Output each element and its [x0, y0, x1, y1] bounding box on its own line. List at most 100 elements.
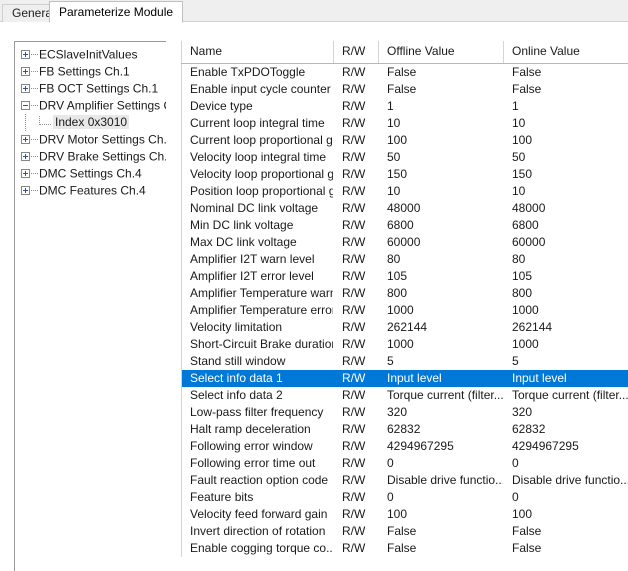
cell-offline: 60000 — [387, 234, 421, 249]
table-row[interactable]: Stand still window R/W 5 5 — [181, 352, 628, 370]
table-row[interactable]: Position loop proportional g... R/W 10 10 — [181, 182, 628, 200]
expand-plus-icon[interactable] — [21, 169, 30, 179]
table-row[interactable]: Enable cogging torque co... R/W False False — [181, 539, 628, 557]
tree-node[interactable]: DMC Features Ch.4 — [15, 182, 166, 199]
tree-node[interactable]: ECSlaveInitValues — [15, 46, 166, 63]
table-row[interactable]: Velocity feed forward gain R/W 100 100 — [181, 505, 628, 523]
cell-rw: R/W — [342, 489, 366, 504]
table-row[interactable]: Device type R/W 1 1 — [181, 97, 628, 115]
cell-name: Invert direction of rotation — [181, 522, 334, 540]
expand-plus-icon[interactable] — [21, 152, 30, 162]
cell-rw: R/W — [342, 268, 366, 283]
cell-name: Amplifier Temperature warn... — [181, 284, 334, 302]
table-row[interactable]: Current loop integral time R/W 10 10 — [181, 114, 628, 132]
cell-name: Select info data 1 — [181, 369, 334, 387]
parameter-grid-panel[interactable]: Name R/W Offline Value Online Value Enab… — [181, 41, 628, 571]
cell-rw: R/W — [342, 81, 366, 96]
cell-online: 48000 — [512, 200, 546, 215]
cell-online: False — [512, 64, 542, 79]
table-row[interactable]: Short-Circuit Brake duration... R/W 1000 10… — [181, 335, 628, 353]
cell-rw: R/W — [342, 166, 366, 181]
cell-online: 1000 — [512, 302, 539, 317]
tree-node-label: DMC Features Ch.4 — [39, 183, 146, 198]
expand-plus-icon[interactable] — [21, 135, 30, 145]
tree-node[interactable]: FB Settings Ch.1 — [15, 63, 166, 80]
tree-node[interactable]: DMC Settings Ch.4 — [15, 165, 166, 182]
table-row[interactable]: Halt ramp deceleration R/W 62832 62832 — [181, 420, 628, 438]
collapse-minus-icon[interactable] — [21, 101, 30, 111]
expand-plus-icon[interactable] — [21, 67, 30, 77]
table-row[interactable]: Select info data 2 R/W Torque current (fil… — [181, 386, 628, 404]
tree-node-label: DMC Settings Ch.4 — [39, 166, 142, 181]
cell-rw: R/W — [342, 523, 366, 538]
cell-offline: 6800 — [387, 217, 414, 232]
table-row[interactable]: Enable TxPDOToggle R/W False False — [181, 63, 628, 81]
cell-name: Velocity loop proportional g... — [181, 165, 334, 183]
table-row[interactable]: Max DC link voltage R/W 60000 60000 — [181, 233, 628, 251]
table-row[interactable]: Nominal DC link voltage R/W 48000 48000 — [181, 199, 628, 217]
table-row[interactable]: Fault reaction option code R/W Disable dri… — [181, 471, 628, 489]
cell-offline: False — [387, 81, 417, 96]
grid-header-row: Name R/W Offline Value Online Value — [181, 41, 628, 64]
tree-node[interactable]: DRV Amplifier Settings Ch.2 — [15, 97, 166, 114]
expand-plus-icon[interactable] — [21, 50, 30, 60]
table-row[interactable]: Following error window R/W 4294967295 42949… — [181, 437, 628, 455]
tree-connector-icon — [31, 87, 38, 90]
table-row[interactable]: Velocity loop integral time R/W 50 50 — [181, 148, 628, 166]
table-row[interactable]: Select info data 1 R/W Input level Input le… — [181, 369, 628, 387]
cell-name: Amplifier I2T warn level — [181, 250, 334, 268]
tree-connector-icon — [31, 172, 38, 175]
cell-rw: R/W — [342, 421, 366, 436]
cell-offline: 62832 — [387, 421, 421, 436]
cell-rw: R/W — [342, 319, 366, 334]
cell-offline: 1 — [387, 98, 394, 113]
cell-offline: 10 — [387, 183, 401, 198]
cell-rw: R/W — [342, 132, 366, 147]
tree-node[interactable]: DRV Motor Settings Ch.2 — [15, 131, 166, 148]
table-row[interactable]: Amplifier Temperature warn... R/W 800 800 — [181, 284, 628, 302]
table-row[interactable]: Following error time out R/W 0 0 — [181, 454, 628, 472]
cell-online: 1 — [512, 98, 519, 113]
expand-plus-icon[interactable] — [21, 84, 30, 94]
table-row[interactable]: Amplifier I2T warn level R/W 80 80 — [181, 250, 628, 268]
cell-online: 62832 — [512, 421, 546, 436]
tab-parameterize-module[interactable]: Parameterize Module — [49, 1, 184, 23]
cell-name: Stand still window — [181, 352, 334, 370]
tree-node[interactable]: DRV Brake Settings Ch.2 — [15, 148, 166, 165]
tree-node[interactable]: Index 0x3010 — [15, 114, 166, 131]
tree-node-label: DRV Motor Settings Ch.2 — [39, 132, 166, 147]
cell-offline: 1000 — [387, 336, 414, 351]
cell-rw: R/W — [342, 64, 366, 79]
cell-online: Torque current (filter... — [512, 387, 628, 402]
table-row[interactable]: Velocity limitation R/W 262144 262144 — [181, 318, 628, 336]
cell-rw: R/W — [342, 115, 366, 130]
column-header-rw[interactable]: R/W — [333, 41, 379, 64]
table-row[interactable]: Invert direction of rotation R/W False Fals… — [181, 522, 628, 540]
table-row[interactable]: Feature bits R/W 0 0 — [181, 488, 628, 506]
table-row[interactable]: Amplifier Temperature error ... R/W 1000 10… — [181, 301, 628, 319]
cell-online: 0 — [512, 455, 519, 470]
cell-online: 320 — [512, 404, 533, 419]
cell-online: 100 — [512, 506, 533, 521]
table-row[interactable]: Min DC link voltage R/W 6800 6800 — [181, 216, 628, 234]
cell-online: 50 — [512, 149, 526, 164]
table-row[interactable]: Amplifier I2T error level R/W 105 105 — [181, 267, 628, 285]
object-tree-panel[interactable]: ECSlaveInitValues FB Settings Ch.1 FB OCT … — [14, 41, 166, 571]
cell-rw: R/W — [342, 183, 366, 198]
cell-online: Disable drive functio... — [512, 472, 628, 487]
tree-node[interactable]: FB OCT Settings Ch.1 — [15, 80, 166, 97]
table-row[interactable]: Current loop proportional gain R/W 100 100 — [181, 131, 628, 149]
column-header-name[interactable]: Name — [181, 41, 334, 64]
cell-name: Select info data 2 — [181, 386, 334, 404]
table-row[interactable]: Velocity loop proportional g... R/W 150 150 — [181, 165, 628, 183]
cell-name: Position loop proportional g... — [181, 182, 334, 200]
cell-rw: R/W — [342, 98, 366, 113]
column-header-offline[interactable]: Offline Value — [378, 41, 504, 64]
expand-plus-icon[interactable] — [21, 186, 30, 196]
table-row[interactable]: Low-pass filter frequency R/W 320 320 — [181, 403, 628, 421]
grid-body: Enable TxPDOToggle R/W False False Enable in… — [181, 63, 628, 557]
cell-online: 6800 — [512, 217, 539, 232]
cell-name: Velocity limitation — [181, 318, 334, 336]
column-header-online[interactable]: Online Value — [503, 41, 628, 64]
table-row[interactable]: Enable input cycle counter R/W False False — [181, 80, 628, 98]
